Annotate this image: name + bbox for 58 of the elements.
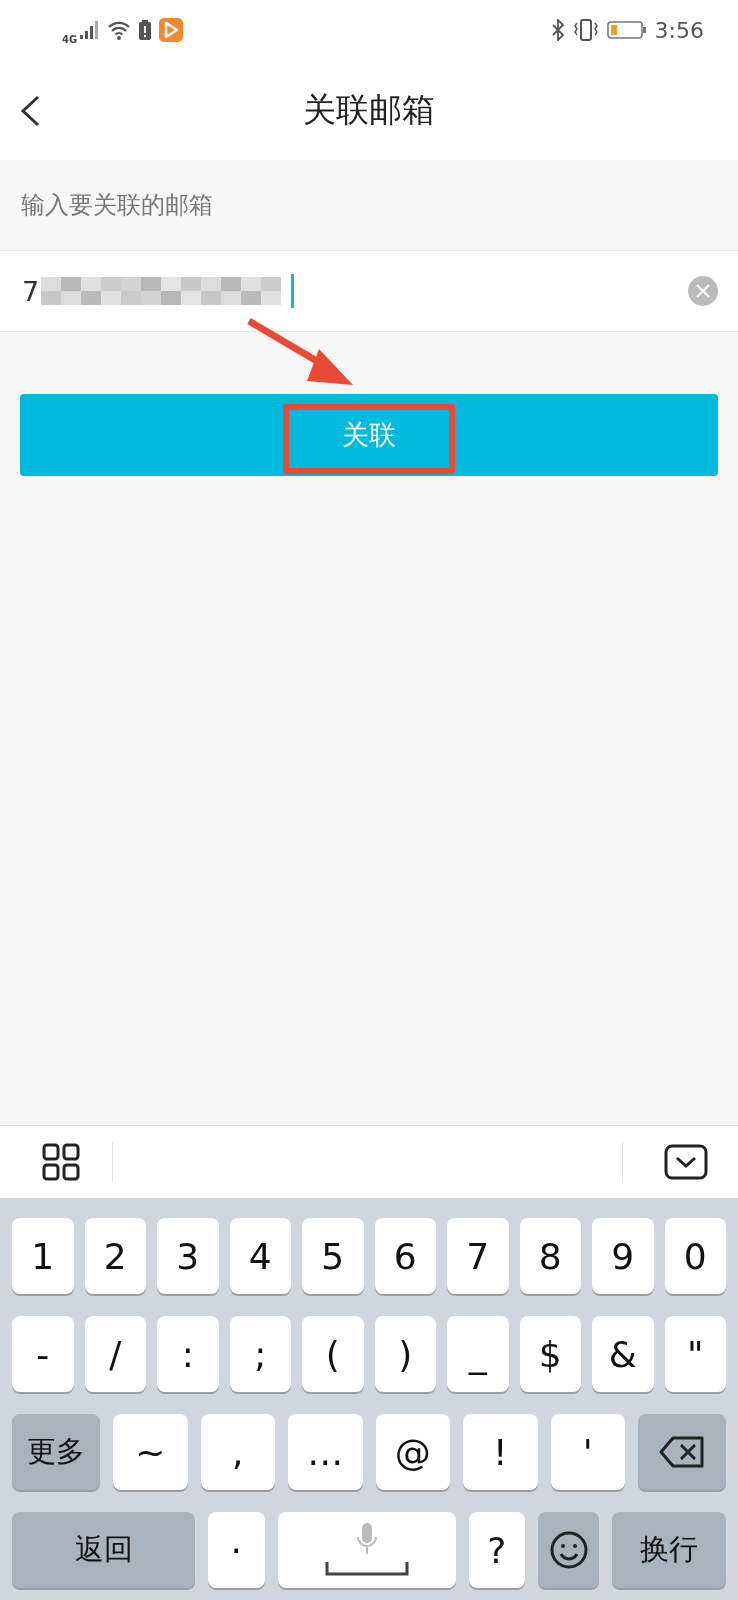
key[interactable]: 9 [592,1218,654,1294]
key[interactable]: _ [447,1316,509,1392]
key[interactable]: · [208,1512,265,1588]
field-label: 输入要关联的邮箱 [21,190,213,221]
text-caret [291,274,295,308]
keyboard-hide-icon [664,1144,708,1180]
back-key[interactable]: 返回 [12,1512,195,1588]
emoji-key[interactable] [538,1512,599,1588]
network-label: 4G [62,33,78,45]
key[interactable]: 4 [229,1218,291,1294]
wifi-icon [107,20,132,40]
page-title: 关联邮箱 [303,88,435,131]
key[interactable]: ; [229,1316,291,1392]
grid-icon [42,1143,80,1181]
vibrate-icon [572,19,599,41]
key[interactable]: 3 [157,1218,219,1294]
back-icon [18,94,42,128]
key[interactable]: - [12,1316,74,1392]
email-value: 7 [22,275,40,307]
emoji-icon [548,1530,589,1570]
battery-alert-icon [139,20,152,40]
clock-time: 3:56 [654,17,704,43]
key[interactable]: ' [550,1414,625,1490]
key[interactable]: 8 [519,1218,581,1294]
key[interactable]: 0 [664,1218,726,1294]
key[interactable]: 1 [12,1218,74,1294]
battery-icon [606,20,647,40]
backspace-icon [659,1436,705,1468]
enter-key[interactable]: 换行 [612,1512,726,1588]
key[interactable]: 7 [447,1218,509,1294]
key[interactable]: @ [375,1414,450,1490]
key[interactable]: & [592,1316,654,1392]
key[interactable]: / [84,1316,146,1392]
key[interactable]: 5 [302,1218,364,1294]
apps-button[interactable] [42,1143,80,1181]
app-icon [159,18,184,42]
key[interactable]: … [288,1414,363,1490]
space-key[interactable] [277,1512,456,1588]
space-bar-icon [324,1562,409,1576]
bluetooth-icon [550,19,565,41]
signal-icon [79,20,100,40]
key[interactable]: 2 [84,1218,146,1294]
hide-keyboard-button[interactable] [664,1144,708,1180]
microphone-icon [356,1522,377,1556]
key[interactable]: ) [374,1316,436,1392]
key[interactable]: ! [463,1414,538,1490]
key[interactable]: : [157,1316,219,1392]
more-key[interactable]: 更多 [12,1414,100,1490]
key[interactable]: " [664,1316,726,1392]
key[interactable]: ~ [113,1414,188,1490]
key[interactable]: 6 [374,1218,436,1294]
email-field[interactable]: 7 [0,250,738,332]
key[interactable]: $ [519,1316,581,1392]
backspace-key[interactable] [638,1414,726,1490]
close-icon [696,284,710,298]
key[interactable]: , [200,1414,275,1490]
key[interactable]: ( [302,1316,364,1392]
key[interactable]: ? [468,1512,525,1588]
